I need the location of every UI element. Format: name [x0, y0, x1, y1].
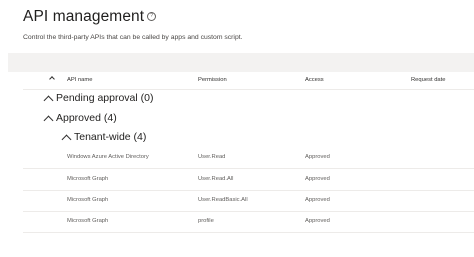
cell-permission: User.Read: [198, 154, 226, 160]
page-header: API management ?: [23, 7, 157, 27]
group-label-approved: Approved (4): [56, 112, 117, 124]
cell-access: Approved: [305, 154, 330, 160]
column-header-permission[interactable]: Permission: [198, 76, 227, 85]
chevron-up-icon: [49, 76, 55, 82]
cell-access: Approved: [305, 218, 330, 224]
cell-api-name: Microsoft Graph: [67, 197, 109, 203]
group-label-tenant-wide: Tenant-wide (4): [74, 131, 147, 143]
chevron-up-icon: [42, 94, 54, 105]
api-table: API name Permission Access Request date …: [23, 72, 474, 233]
chevron-up-icon: [42, 114, 54, 125]
cell-api-name: Microsoft Graph: [67, 218, 109, 224]
info-icon[interactable]: ?: [147, 11, 157, 21]
cell-api-name: Windows Azure Active Directory: [67, 154, 149, 160]
group-approved[interactable]: Approved (4): [42, 112, 117, 125]
column-header-api-name[interactable]: API name: [67, 76, 92, 85]
cell-access: Approved: [305, 176, 330, 182]
table-row[interactable]: Windows Azure Active Directory User.Read…: [23, 147, 474, 169]
page-title: API management: [23, 8, 145, 25]
cell-permission: profile: [198, 218, 214, 224]
cell-permission: User.ReadBasic.All: [198, 197, 248, 203]
column-header-request-date[interactable]: Request date: [411, 76, 445, 85]
collapse-all-toggle[interactable]: [48, 76, 56, 85]
group-tenant-wide[interactable]: Tenant-wide (4): [60, 131, 146, 144]
cell-access: Approved: [305, 197, 330, 203]
column-header-access[interactable]: Access: [305, 76, 324, 85]
group-label-pending: Pending approval (0): [56, 92, 154, 104]
page-description: Control the third-party APIs that can be…: [23, 34, 243, 41]
table-row[interactable]: Microsoft Graph User.ReadBasic.All Appro…: [23, 190, 474, 212]
cell-permission: User.Read.All: [198, 176, 234, 182]
chevron-up-icon: [60, 133, 72, 144]
table-row[interactable]: Microsoft Graph User.Read.All Approved: [23, 169, 474, 191]
command-bar: [8, 53, 474, 72]
table-row[interactable]: Microsoft Graph profile Approved: [23, 211, 474, 233]
group-pending-approval[interactable]: Pending approval (0): [42, 92, 153, 105]
table-header-row: API name Permission Access Request date: [23, 72, 474, 90]
cell-api-name: Microsoft Graph: [67, 176, 109, 182]
